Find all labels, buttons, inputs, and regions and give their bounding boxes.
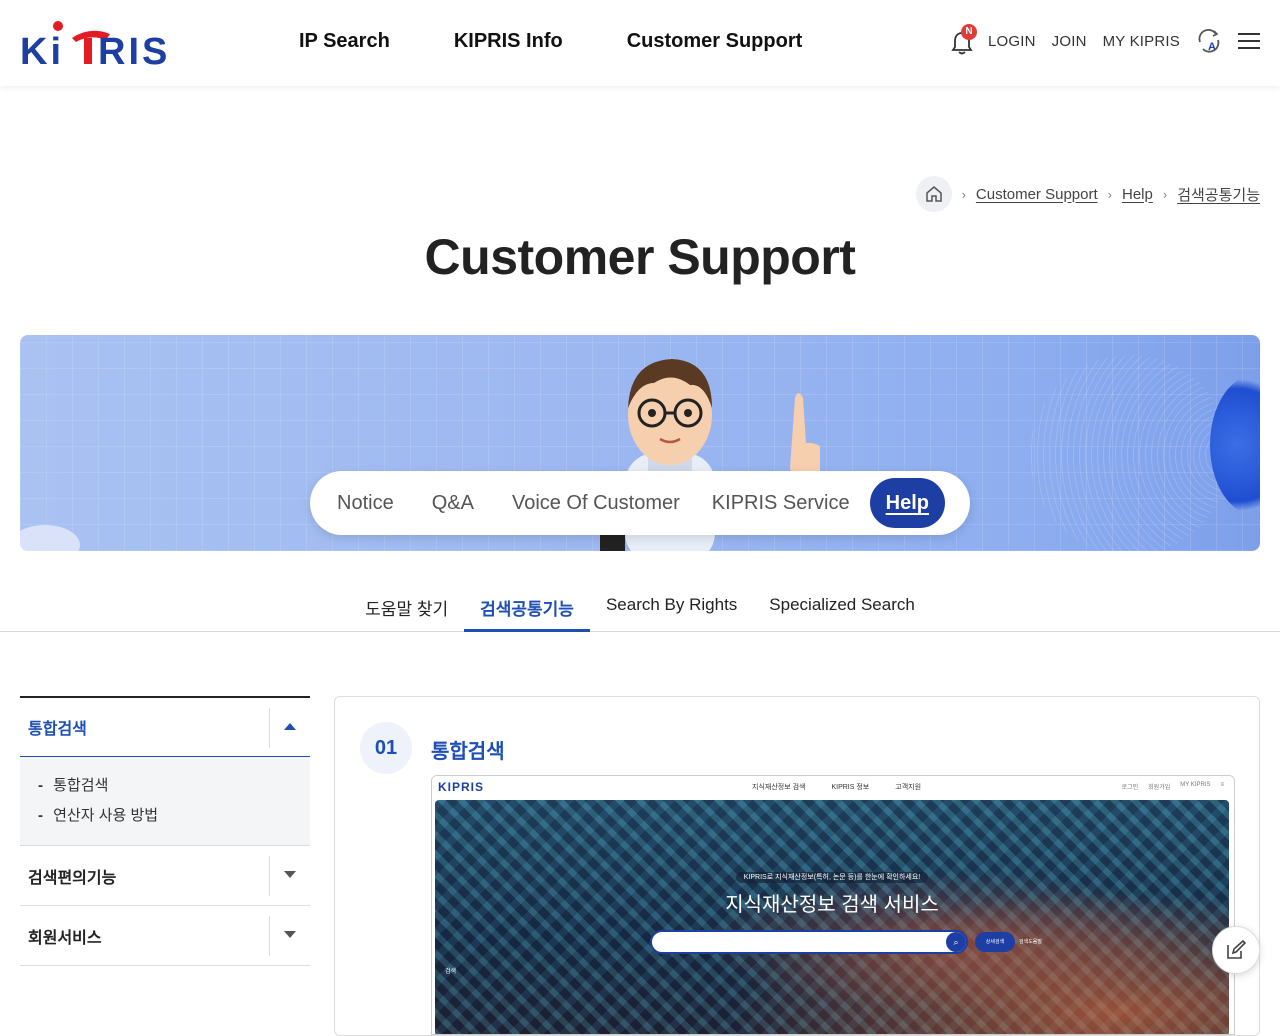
side-menu: 통합검색 통합검색 연산자 사용 방법 검색편의기능 회원서비스 (20, 696, 310, 966)
side-group-search-convenience: 검색편의기능 (20, 846, 310, 906)
screenshot-menu-icon: ≡ (1220, 782, 1224, 788)
banner-ring-pattern (1030, 355, 1230, 551)
subtab-search-by-rights[interactable]: Search By Rights (590, 585, 753, 632)
screenshot-nav-item: KIPRIS 정보 (831, 784, 870, 791)
site-header: Ki RIS IP Search KIPRIS Info Customer Su… (0, 0, 1280, 86)
screenshot-nav: 지식재산정보 검색 KIPRIS 정보 고객지원 (752, 782, 921, 792)
side-group-integrated-search: 통합검색 통합검색 연산자 사용 방법 (20, 698, 310, 846)
screenshot-nav-item: 고객지원 (895, 784, 922, 791)
subtab-specialized-search[interactable]: Specialized Search (753, 585, 931, 632)
nav-customer-support[interactable]: Customer Support (627, 30, 803, 53)
caret-down-icon[interactable] (284, 871, 296, 878)
tab-qna[interactable]: Q&A (432, 492, 474, 515)
screenshot-help-link: 검색도움말 (1019, 939, 1043, 945)
divider (269, 708, 270, 748)
chevron-right-icon: › (1162, 186, 1168, 202)
subtab-common-search-features[interactable]: 검색공통기능 (464, 585, 590, 632)
section-title: 통합검색 (431, 741, 505, 763)
breadcrumb: › Customer Support › Help › 검색공통기능 (915, 176, 1260, 212)
screenshot-logo: KIPRIS (438, 780, 485, 794)
screenshot-header: KIPRIS 지식재산정보 검색 KIPRIS 정보 고객지원 로그인 회원가입… (432, 776, 1234, 798)
notification-badge: N (960, 24, 977, 40)
screenshot-hero-caption: KIPRIS로 지식재산정보(특허, 논문 등)를 한눈에 확인하세요! (435, 872, 1229, 883)
tab-kipris-service[interactable]: KIPRIS Service (712, 492, 850, 515)
nav-kipris-info[interactable]: KIPRIS Info (454, 30, 563, 53)
screenshot-util: 로그인 회원가입 MY KIPRIS ≡ (1122, 782, 1224, 791)
svg-text:Ki: Ki (20, 31, 64, 66)
side-group-member-services: 회원서비스 (20, 906, 310, 966)
feedback-button[interactable] (1212, 926, 1260, 974)
kipris-logo-icon: Ki RIS (20, 21, 170, 73)
chevron-right-icon: › (961, 186, 966, 202)
search-icon: ⌕ (946, 932, 966, 952)
screenshot-nav-item: 지식재산정보 검색 (752, 784, 806, 791)
side-head-search-convenience[interactable]: 검색편의기능 (20, 846, 310, 905)
nav-ip-search[interactable]: IP Search (299, 30, 390, 53)
screenshot-hero-caption-text: KIPRIS로 지식재산정보(특허, 논문 등)를 한눈에 확인하세요! (735, 872, 929, 883)
screenshot-side-label: 검색 (445, 969, 457, 975)
example-screenshot: KIPRIS 지식재산정보 검색 KIPRIS 정보 고객지원 로그인 회원가입… (431, 775, 1235, 1035)
utility-menu: N LOGIN JOIN MY KIPRIS A (950, 24, 1260, 56)
help-sub-tabs: 도움말 찾기 검색공통기능 Search By Rights Specializ… (0, 585, 1280, 632)
side-item-operator-usage[interactable]: 연산자 사용 방법 (38, 801, 310, 831)
help-content-panel: 01 통합검색 KIPRIS 지식재산정보 검색 KIPRIS 정보 고객지원 … (334, 696, 1260, 1036)
tab-help[interactable]: Help (869, 478, 945, 528)
caret-up-icon[interactable] (284, 723, 296, 730)
screenshot-hero: KIPRIS로 지식재산정보(특허, 논문 등)를 한눈에 확인하세요! 지식재… (435, 800, 1229, 1034)
notification-button[interactable]: N (950, 24, 977, 56)
side-head-label: 검색편의기능 (28, 869, 117, 887)
section-number: 01 (360, 722, 412, 774)
side-head-label: 통합검색 (28, 721, 87, 738)
divider (269, 916, 270, 956)
svg-text:A: A (1208, 41, 1216, 53)
home-button[interactable] (915, 176, 952, 212)
page-title: Customer Support (424, 229, 856, 285)
side-head-member-services[interactable]: 회원서비스 (20, 906, 310, 965)
subtab-help-search[interactable]: 도움말 찾기 (349, 585, 464, 632)
home-icon (925, 186, 942, 202)
breadcrumb-customer-support[interactable]: Customer Support (976, 186, 1098, 203)
chevron-right-icon: › (1107, 186, 1112, 202)
edit-icon (1227, 939, 1247, 959)
side-item-integrated-search[interactable]: 통합검색 (38, 771, 310, 801)
hamburger-menu-icon[interactable] (1238, 30, 1260, 52)
language-icon[interactable]: A (1196, 28, 1222, 54)
kipris-logo[interactable]: Ki RIS (20, 20, 180, 73)
side-submenu: 통합검색 연산자 사용 방법 (20, 757, 310, 845)
divider (269, 856, 270, 896)
svg-text:RIS: RIS (98, 31, 170, 66)
caret-down-icon[interactable] (284, 931, 296, 938)
tab-notice[interactable]: Notice (337, 492, 394, 515)
screenshot-util-item: 회원가입 (1148, 785, 1171, 791)
tab-voice-of-customer[interactable]: Voice Of Customer (512, 492, 680, 515)
breadcrumb-help[interactable]: Help (1122, 186, 1153, 203)
side-head-integrated-search[interactable]: 통합검색 (20, 698, 310, 757)
join-link[interactable]: JOIN (1052, 33, 1087, 50)
screenshot-search-box: ⌕ (650, 930, 968, 954)
side-head-label: 회원서비스 (28, 929, 102, 947)
login-link[interactable]: LOGIN (988, 33, 1036, 50)
global-nav: IP Search KIPRIS Info Customer Support (299, 30, 866, 53)
breadcrumb-current[interactable]: 검색공통기능 (1177, 184, 1260, 205)
my-kipris-link[interactable]: MY KIPRIS (1103, 33, 1180, 50)
screenshot-util-item: 로그인 (1121, 785, 1139, 791)
support-tab-bar: Notice Q&A Voice Of Customer KIPRIS Serv… (310, 471, 970, 535)
screenshot-hero-title: 지식재산정보 검색 서비스 (725, 894, 939, 916)
screenshot-detail-search-button: 상세검색 (975, 932, 1015, 952)
screenshot-util-item: MY KIPRIS (1180, 782, 1211, 788)
